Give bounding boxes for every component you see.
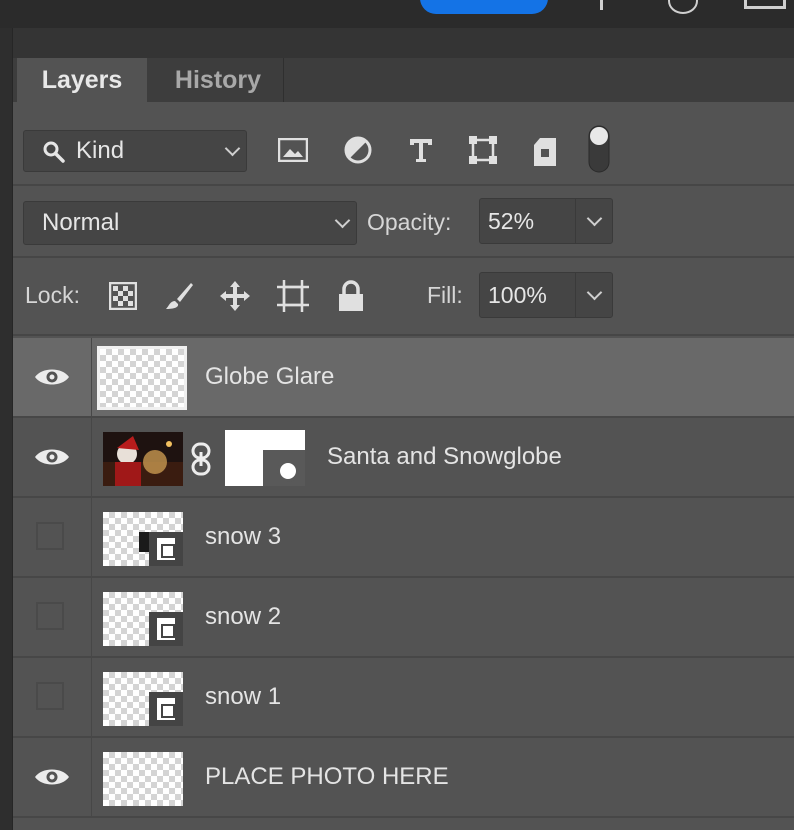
divider	[13, 184, 794, 186]
layer-thumbnail[interactable]	[103, 512, 183, 566]
shape-filter-icon[interactable]	[463, 130, 503, 170]
eye-icon	[35, 769, 69, 785]
eye-icon	[35, 449, 69, 465]
santa-photo-thumbnail[interactable]	[103, 432, 183, 486]
link-icon[interactable]	[190, 442, 212, 476]
layer-thumbnail[interactable]	[97, 346, 187, 410]
tab-layers[interactable]: Layers	[17, 58, 147, 102]
layer-thumbnail[interactable]	[103, 672, 183, 726]
eye-icon	[35, 369, 69, 385]
layer-name[interactable]: Santa and Snowglobe	[327, 418, 562, 496]
smart-object-filter-icon[interactable]	[525, 132, 565, 172]
layer-name[interactable]: snow 2	[205, 578, 281, 656]
visibility-toggle[interactable]	[13, 498, 92, 576]
visibility-off-box	[36, 682, 64, 710]
visibility-toggle[interactable]	[13, 578, 92, 656]
field-separator	[575, 273, 576, 317]
layer-thumbnail[interactable]	[103, 752, 183, 806]
layer-name[interactable]: snow 1	[205, 658, 281, 736]
visibility-off-box	[36, 522, 64, 550]
chevron-down-icon[interactable]	[586, 284, 603, 301]
search-icon	[43, 141, 65, 163]
filter-toggle-icon[interactable]	[587, 124, 611, 174]
layer-row[interactable]: Globe Glare	[13, 338, 794, 418]
field-separator	[575, 199, 576, 243]
kind-filter-dropdown[interactable]: Kind	[23, 130, 247, 172]
panel-dock-header	[0, 28, 794, 58]
visibility-toggle[interactable]	[13, 658, 92, 736]
share-button[interactable]	[420, 0, 548, 14]
smart-object-icon	[149, 692, 183, 726]
lock-transparent-pixels-icon[interactable]	[105, 278, 141, 314]
smart-object-icon	[149, 532, 183, 566]
layer-row[interactable]: snow 1	[13, 658, 794, 738]
lock-artboard-icon[interactable]	[275, 278, 311, 314]
layer-name[interactable]: snow 3	[205, 498, 281, 576]
opacity-label: Opacity:	[367, 209, 452, 235]
opacity-field[interactable]: 52%	[479, 198, 613, 244]
layer-name[interactable]: Globe Glare	[205, 338, 334, 416]
blend-mode-dropdown[interactable]: Normal	[23, 201, 357, 245]
fill-value[interactable]: 100%	[488, 273, 547, 317]
layer-row[interactable]: Santa and Snowglobe	[13, 418, 794, 498]
tool-icon[interactable]	[600, 0, 603, 10]
chevron-down-icon	[224, 140, 241, 157]
visibility-toggle[interactable]	[13, 418, 92, 496]
adjustment-filter-icon[interactable]	[338, 130, 378, 170]
layer-mask-thumbnail[interactable]	[225, 430, 305, 486]
lock-image-pixels-icon[interactable]	[161, 278, 197, 314]
layer-thumbnail[interactable]	[103, 592, 183, 646]
chevron-down-icon[interactable]	[586, 210, 603, 227]
layer-row[interactable]: PLACE PHOTO HERE	[13, 738, 794, 818]
divider	[13, 334, 794, 336]
chevron-down-icon	[334, 212, 351, 229]
visibility-off-box	[36, 602, 64, 630]
fill-label: Fill:	[427, 282, 463, 308]
fill-field[interactable]: 100%	[479, 272, 613, 318]
divider	[13, 256, 794, 258]
workspace-icon[interactable]	[744, 0, 786, 9]
top-toolbar	[0, 0, 794, 28]
lock-label: Lock:	[25, 282, 80, 308]
layers-panel: Layers History Kind Normal Opacity: 52%	[13, 58, 794, 830]
visibility-toggle[interactable]	[13, 738, 92, 816]
layer-row[interactable]: snow 3	[13, 498, 794, 578]
dock-edge	[0, 28, 13, 830]
kind-filter-label: Kind	[76, 137, 125, 164]
panel-tabs: Layers History	[13, 58, 794, 102]
layer-row[interactable]: snow 2	[13, 578, 794, 658]
visibility-toggle[interactable]	[13, 338, 92, 416]
blend-mode-value: Normal	[42, 209, 120, 236]
type-filter-icon[interactable]	[401, 130, 441, 170]
lock-position-icon[interactable]	[217, 278, 253, 314]
lock-all-icon[interactable]	[333, 278, 369, 314]
tab-history[interactable]: History	[153, 58, 284, 102]
help-icon[interactable]	[668, 0, 698, 14]
opacity-value[interactable]: 52%	[488, 199, 534, 243]
smart-object-icon	[149, 612, 183, 646]
image-filter-icon[interactable]	[273, 130, 313, 170]
layer-name[interactable]: PLACE PHOTO HERE	[205, 738, 449, 816]
